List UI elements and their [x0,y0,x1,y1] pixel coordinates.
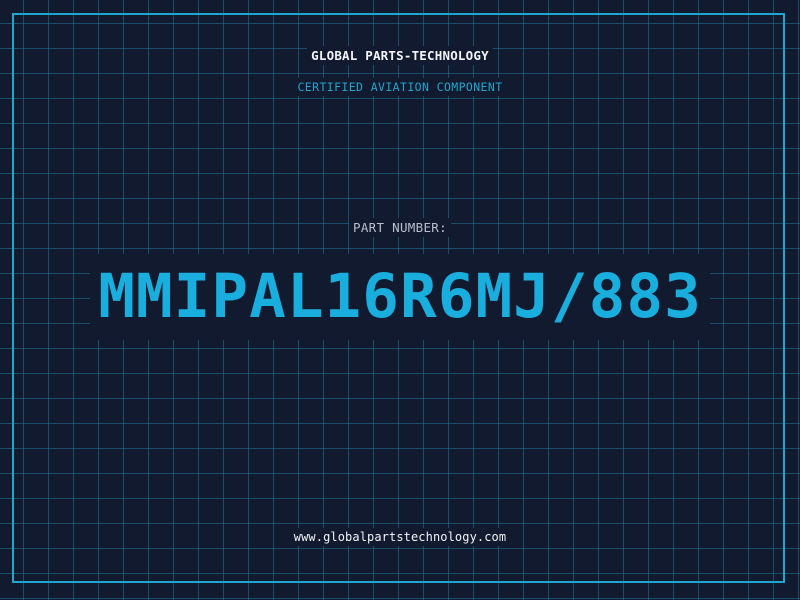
part-number: MMIPAL16R6MJ/883 [0,254,800,340]
company-name: GLOBAL PARTS-TECHNOLOGY [0,46,800,65]
certificate-page: GLOBAL PARTS-TECHNOLOGY CERTIFIED AVIATI… [0,0,800,600]
part-number-label: PART NUMBER: [0,218,800,237]
company-name-text: GLOBAL PARTS-TECHNOLOGY [307,46,493,65]
website-url: www.globalpartstechnology.com [0,528,800,546]
website-url-text: www.globalpartstechnology.com [289,528,511,546]
tagline: CERTIFIED AVIATION COMPONENT [0,78,800,96]
tagline-text: CERTIFIED AVIATION COMPONENT [293,78,507,96]
part-number-text: MMIPAL16R6MJ/883 [90,254,710,340]
part-number-label-text: PART NUMBER: [349,218,451,237]
